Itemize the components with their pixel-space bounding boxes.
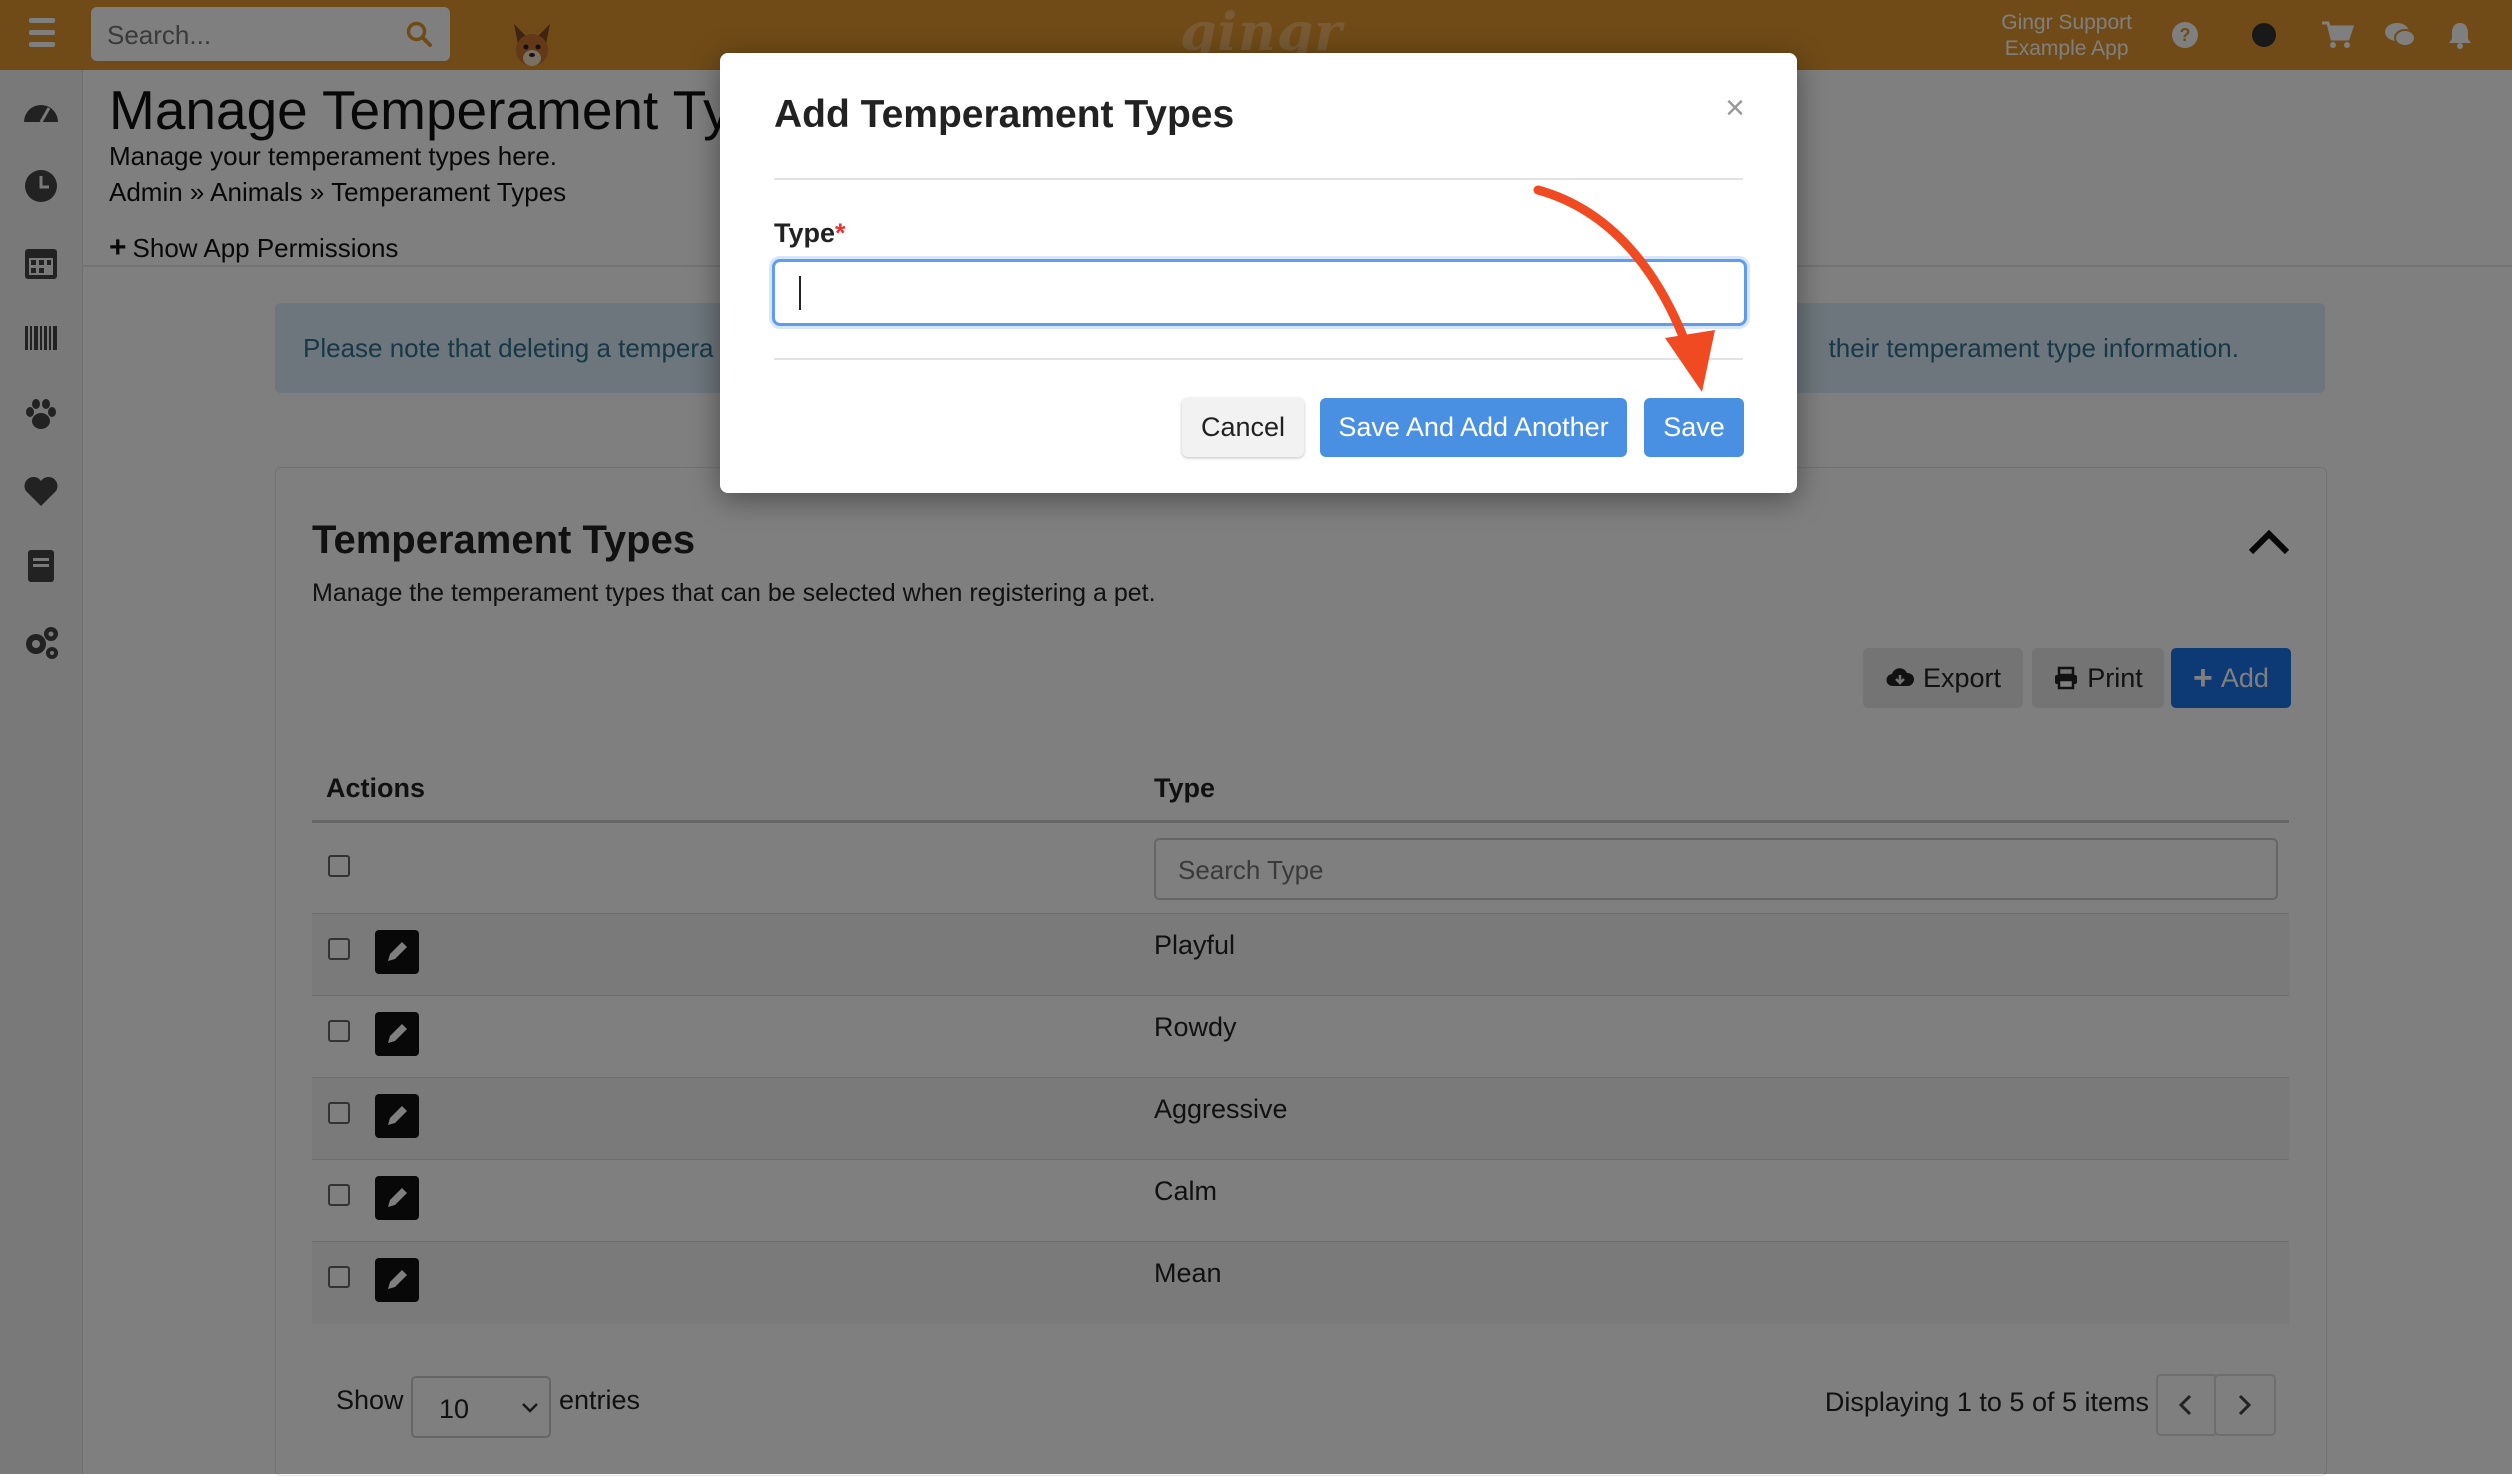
cancel-button[interactable]: Cancel (1182, 398, 1304, 457)
type-field-label: Type* (774, 218, 846, 249)
text-caret (799, 276, 801, 310)
required-asterisk: * (835, 218, 846, 248)
modal-title: Add Temperament Types (774, 93, 1235, 136)
annotation-arrow-icon (1533, 185, 1715, 392)
close-icon[interactable]: × (1725, 89, 1745, 128)
type-label-text: Type (774, 218, 836, 248)
